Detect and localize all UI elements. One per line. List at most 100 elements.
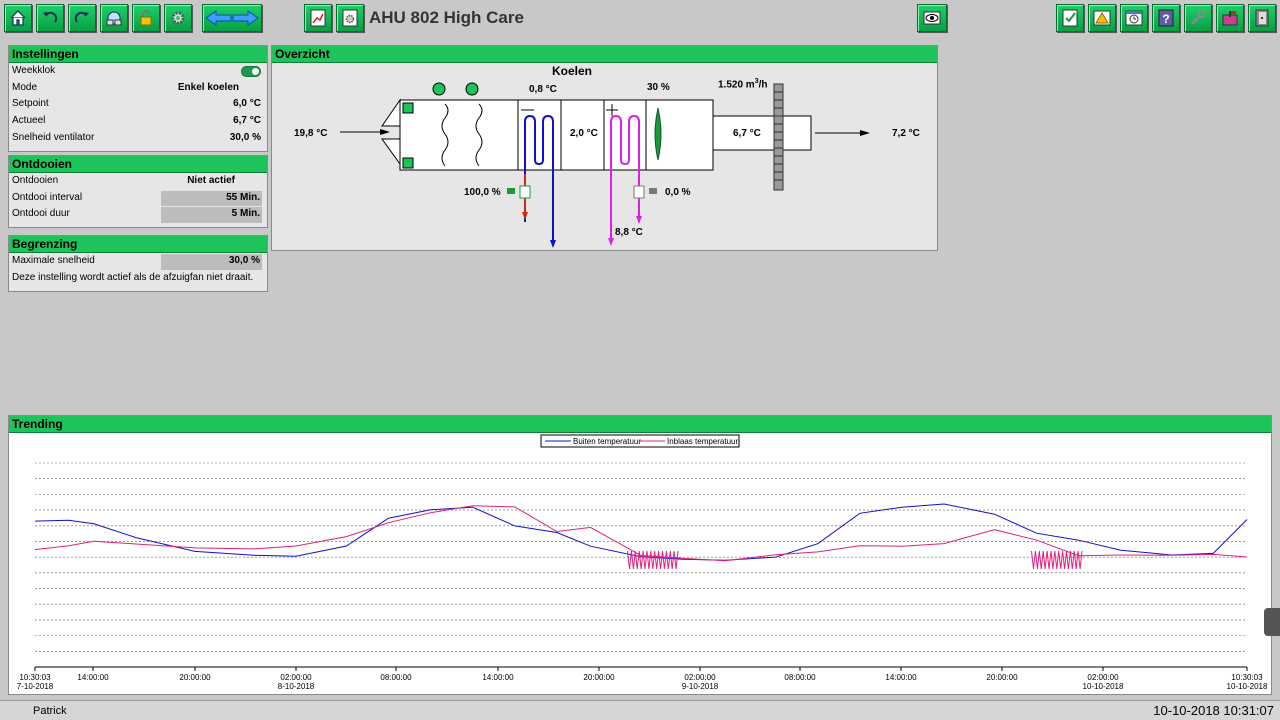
trending-panel: Trending Buiten temperatuur Inblaas tempe… <box>8 415 1272 695</box>
exit-button[interactable] <box>1248 4 1276 32</box>
settings-button[interactable] <box>164 4 192 32</box>
overzicht-header: Overzicht <box>272 46 937 63</box>
mode-label: Mode <box>12 81 38 93</box>
x-tick-label: 10:30:03 <box>19 673 51 682</box>
tools-button[interactable] <box>1184 4 1212 32</box>
redo-button[interactable] <box>68 4 96 32</box>
coil-temp: 0,8 °C <box>529 84 557 95</box>
overzicht-panel: Overzicht Koelen 19,8 °C 0,8 °C 30 % 1.5… <box>271 45 938 251</box>
x-tick-label: 10:30:03 <box>1231 673 1263 682</box>
actueel-label: Actueel <box>12 115 46 127</box>
outside-temp: 19,8 °C <box>294 128 328 139</box>
ventilator-speed-value: 30,0 % <box>229 131 261 143</box>
defrost-burst <box>1031 550 1083 570</box>
fan-percentage: 30 % <box>647 82 670 93</box>
ontdooien-row: Ontdooien Niet actief <box>9 173 267 190</box>
ontdooi-interval-label: Ontdooi interval <box>12 191 83 203</box>
trend-chart[interactable]: Buiten temperatuur Inblaas temperatuur 10:… <box>9 433 1271 693</box>
ontdooien-header: Ontdooien <box>9 156 267 173</box>
ventilator-speed-label: Snelheid ventilator <box>12 131 95 143</box>
lock-button[interactable] <box>132 4 160 32</box>
weekklok-label: Weekklok <box>12 65 56 76</box>
cool-valve-value: 100,0 % <box>464 187 501 198</box>
setpoint-value[interactable]: 6,0 °C <box>233 96 261 113</box>
checklist-button[interactable] <box>1056 4 1084 32</box>
ventilator-speed-row: Snelheid ventilator 30,0 % <box>9 130 267 147</box>
ontdooien-panel: Ontdooien Ontdooien Niet actief Ontdooi … <box>8 155 268 228</box>
ahu-schematic <box>340 82 870 248</box>
nav-back-forward[interactable] <box>202 4 262 32</box>
damper-status-bottom <box>402 157 414 169</box>
exit-icon <box>1255 9 1269 27</box>
view-button[interactable] <box>917 4 947 32</box>
undo-icon <box>43 11 58 23</box>
mailbox-icon <box>1222 11 1238 26</box>
ahu-diagram: Koelen 19,8 °C 0,8 °C 30 % 1.520 m3/h 2,… <box>272 64 937 250</box>
page-title: AHU 802 High Care <box>369 8 524 27</box>
alarm-button[interactable] <box>1088 4 1116 32</box>
document-settings-icon <box>342 9 358 27</box>
eye-icon <box>923 11 941 25</box>
schedule-button[interactable] <box>1120 4 1148 32</box>
legend-label: Inblaas temperatuur <box>667 437 738 446</box>
airflow-value: 1.520 m3/h <box>718 78 768 91</box>
network-icon <box>106 11 122 26</box>
home-icon <box>10 10 26 26</box>
max-speed-input[interactable]: 30,0 % <box>161 254 262 270</box>
mode-row: Mode Enkel koelen <box>9 80 267 97</box>
after-cooling-temp: 2,0 °C <box>570 128 598 139</box>
gear-icon <box>171 11 185 25</box>
document-settings-button[interactable] <box>336 4 364 32</box>
mode-value[interactable]: Enkel koelen <box>178 80 239 97</box>
weekklok-row: Weekklok <box>9 63 267 80</box>
x-tick-label: 20:00:00 <box>583 673 615 682</box>
checklist-icon <box>1062 9 1078 27</box>
ontdooi-interval-input[interactable]: 55 Min. <box>161 190 262 207</box>
actueel-value: 6,7 °C <box>233 115 261 127</box>
ontdooi-interval-row: Ontdooi interval 55 Min. <box>9 190 267 207</box>
weekklok-toggle[interactable] <box>241 66 261 77</box>
ontdooi-interval-value: 55 Min. <box>226 191 260 203</box>
filter1-status-icon <box>432 82 446 96</box>
undo-button[interactable] <box>36 4 64 32</box>
status-datetime: 10-10-2018 10:31:07 <box>1153 703 1274 718</box>
cool-valve-icon <box>519 185 531 199</box>
x-tick-date: 9-10-2018 <box>682 682 719 691</box>
ontdooi-duur-input[interactable]: 5 Min. <box>161 207 262 224</box>
arrow-left-icon <box>205 10 259 26</box>
current-user: Patrick <box>33 705 67 717</box>
home-button[interactable] <box>4 4 32 32</box>
ontdooien-value: Niet actief <box>187 175 235 186</box>
filter2-status-icon <box>465 82 479 96</box>
x-tick-date: 7-10-2018 <box>17 682 54 691</box>
x-tick-date: 10-10-2018 <box>1083 682 1124 691</box>
x-tick-date: 8-10-2018 <box>278 682 315 691</box>
begrenzing-header: Begrenzing <box>9 236 267 253</box>
instellingen-header: Instellingen <box>9 46 267 63</box>
mode-title: Koelen <box>552 64 593 78</box>
trend-button[interactable] <box>304 4 332 32</box>
x-tick-label: 20:00:00 <box>179 673 211 682</box>
series-line <box>34 503 1248 561</box>
help-icon: ? <box>1158 9 1174 27</box>
ontdooi-duur-value: 5 Min. <box>231 208 260 220</box>
side-panel-handle[interactable] <box>1264 608 1280 636</box>
warning-icon <box>1093 10 1111 26</box>
x-tick-label: 02:00:00 <box>1087 673 1119 682</box>
lock-icon <box>140 10 152 26</box>
trending-header: Trending <box>9 416 1271 433</box>
chart-icon <box>310 9 326 27</box>
x-tick-label: 02:00:00 <box>280 673 312 682</box>
svg-text:?: ? <box>1162 12 1169 26</box>
mail-button[interactable] <box>1216 4 1244 32</box>
x-tick-label: 02:00:00 <box>684 673 716 682</box>
max-speed-value: 30,0 % <box>228 255 260 266</box>
max-speed-row: Maximale snelheid 30,0 % <box>9 253 267 270</box>
setpoint-label: Setpoint <box>12 98 49 110</box>
x-tick-label: 14:00:00 <box>885 673 917 682</box>
help-button[interactable]: ? <box>1152 4 1180 32</box>
legend-label: Buiten temperatuur <box>573 437 641 446</box>
after-fan-temp: 6,7 °C <box>733 128 761 139</box>
arrow-right-icon <box>232 10 259 26</box>
network-button[interactable] <box>100 4 128 32</box>
